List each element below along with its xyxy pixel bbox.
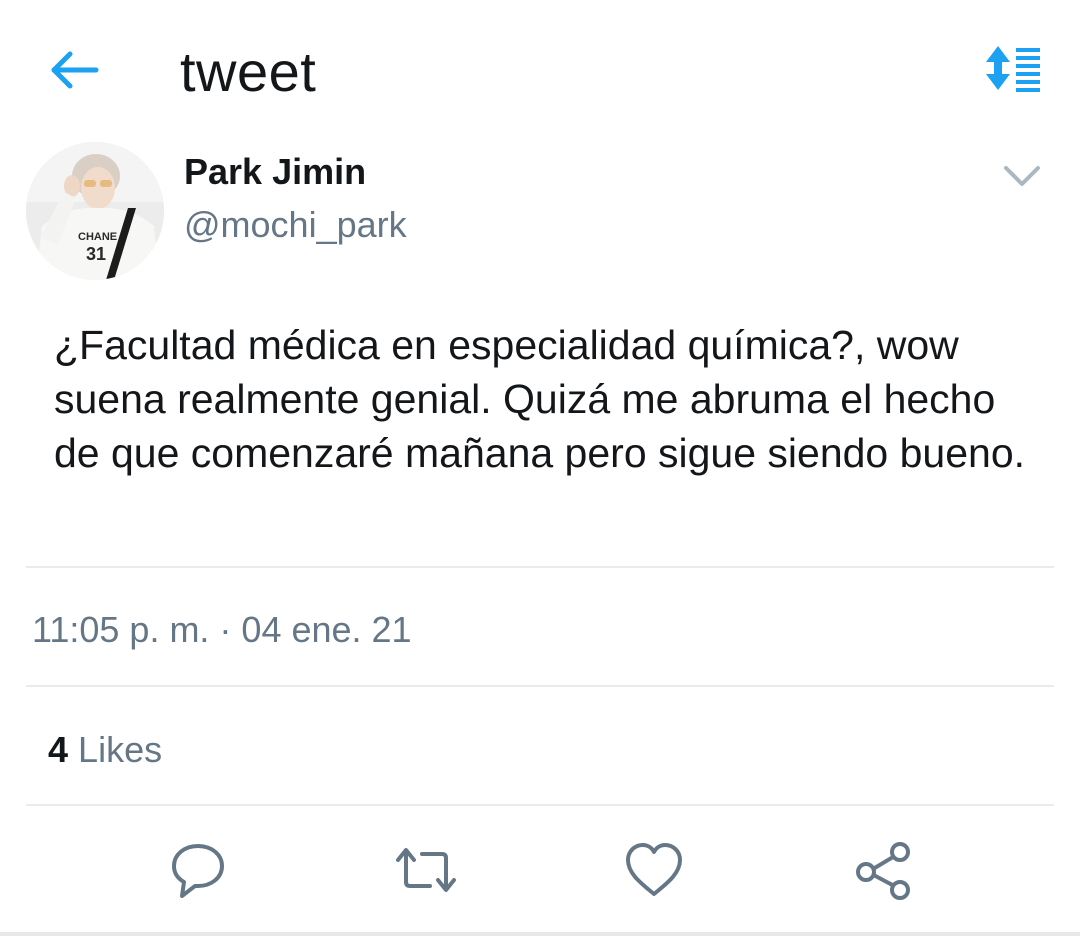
- reply-icon: [172, 844, 224, 898]
- svg-text:CHANE: CHANE: [78, 231, 117, 243]
- chevron-down-icon: [1004, 166, 1040, 186]
- likes-label: Likes: [78, 729, 163, 770]
- back-button[interactable]: [48, 48, 100, 92]
- divider: [26, 685, 1054, 687]
- divider: [26, 804, 1054, 806]
- likes-count: 4: [48, 729, 69, 770]
- reply-button[interactable]: [166, 838, 230, 902]
- retweet-icon: [396, 848, 456, 892]
- user-handle[interactable]: @mochi_park: [184, 203, 407, 247]
- share-button[interactable]: [852, 838, 916, 902]
- like-button[interactable]: [622, 838, 686, 902]
- heart-icon: [626, 843, 682, 896]
- app-header: tweet: [0, 0, 1080, 140]
- tweet-text: ¿Facultad médica en especialidad química…: [54, 322, 1026, 476]
- profile-photo: CHANE 31: [26, 142, 164, 280]
- sort-button[interactable]: [980, 44, 1044, 94]
- tweet-timestamp: 11:05 p. m. · 04 ene. 21: [32, 609, 412, 650]
- sort-list-icon: [986, 46, 1040, 92]
- avatar[interactable]: CHANE 31: [26, 142, 164, 280]
- back-arrow-icon: [51, 51, 99, 89]
- divider: [26, 566, 1054, 568]
- tweet-menu-button[interactable]: [996, 156, 1048, 196]
- svg-text:31: 31: [86, 244, 106, 264]
- likes-stat[interactable]: 4 Likes: [48, 726, 162, 774]
- share-icon: [856, 842, 910, 900]
- page-title: tweet: [180, 40, 317, 103]
- bottom-edge: [0, 932, 1080, 936]
- display-name[interactable]: Park Jimin: [184, 150, 366, 194]
- retweet-button[interactable]: [394, 838, 458, 902]
